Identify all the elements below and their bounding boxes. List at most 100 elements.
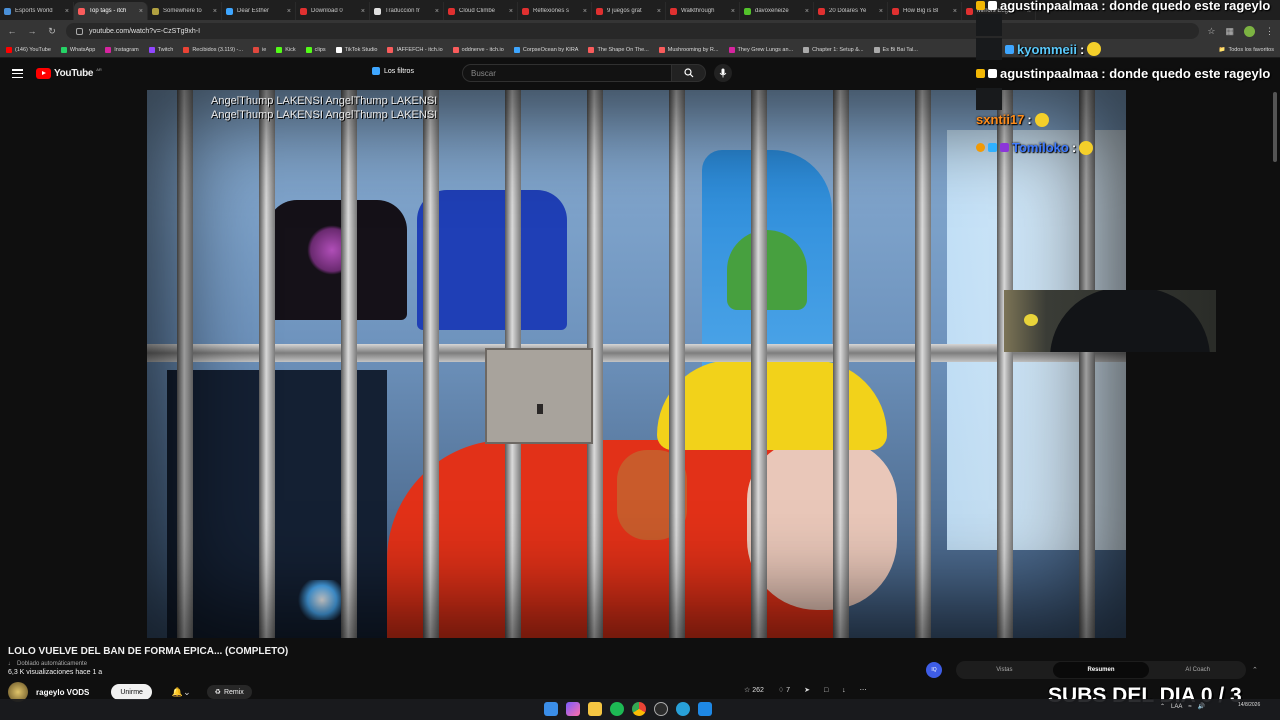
bookmark-item[interactable]: Mushrooming by R...: [658, 46, 719, 53]
like-button[interactable]: ☆ 262: [744, 686, 764, 694]
tab-close-icon[interactable]: ×: [139, 8, 143, 15]
summary-tab[interactable]: Vistas: [956, 662, 1053, 678]
bookmark-label: Kick: [285, 46, 296, 53]
tab-close-icon[interactable]: ×: [65, 8, 69, 15]
bookmark-item[interactable]: Chapter 1: Setup &...: [803, 46, 864, 53]
bookmark-item[interactable]: Recibidos (3.119) -...: [183, 46, 243, 53]
browser-tab[interactable]: Walkthrough ×: [666, 2, 740, 20]
tab-close-icon[interactable]: ×: [213, 8, 217, 15]
bookmark-item[interactable]: Instagram: [105, 46, 139, 53]
bookmark-item[interactable]: Kick: [276, 46, 296, 53]
spotify-icon[interactable]: [610, 702, 624, 716]
bookmark-item[interactable]: Es Bi Bai Tal...: [873, 46, 918, 53]
back-icon[interactable]: ←: [6, 26, 18, 36]
remix-button[interactable]: ♻ Remix: [206, 685, 252, 699]
more-icon[interactable]: ⋯: [860, 686, 867, 694]
bookmark-favicon-icon: [252, 46, 259, 53]
youtube-logo[interactable]: YouTube AR: [36, 67, 102, 79]
tab-close-icon[interactable]: ×: [583, 8, 587, 15]
bookmark-favicon-icon: [387, 46, 394, 53]
bookmark-item[interactable]: The Shape On The...: [588, 46, 649, 53]
browser-tab[interactable]: Reflexiones s ×: [518, 2, 592, 20]
tab-close-icon[interactable]: ×: [657, 8, 661, 15]
summary-tab[interactable]: AI Coach: [1149, 662, 1246, 678]
bookmark-item[interactable]: clips: [305, 46, 326, 53]
tab-favicon-icon: [818, 7, 825, 15]
tab-title: Top tags - itch: [89, 8, 127, 14]
browser-tab[interactable]: Download 0 ×: [296, 2, 370, 20]
windows-start-icon[interactable]: [544, 702, 558, 716]
browser-tab[interactable]: Somewhere to ×: [148, 2, 222, 20]
browser-tab[interactable]: Dear Esther ×: [222, 2, 296, 20]
join-button[interactable]: Unirme: [111, 684, 152, 700]
obs-icon[interactable]: [654, 702, 668, 716]
browser-tab[interactable]: Esports World ×: [0, 2, 74, 20]
file-explorer-icon[interactable]: [588, 702, 602, 716]
tab-close-icon[interactable]: ×: [879, 8, 883, 15]
tab-title: How Big is Bl: [903, 8, 939, 14]
voice-search-button[interactable]: [714, 64, 732, 82]
site-info-icon[interactable]: [76, 27, 83, 35]
menu-icon[interactable]: [12, 69, 23, 78]
chat-avatar: [976, 14, 1002, 36]
tab-close-icon[interactable]: ×: [287, 8, 291, 15]
steam-like-icon[interactable]: [698, 702, 712, 716]
share-icon[interactable]: ➤: [804, 686, 810, 694]
summary-extension-icon[interactable]: IQ: [926, 662, 942, 678]
collapse-icon[interactable]: ⌃: [1252, 666, 1258, 674]
summary-tab[interactable]: Resumen: [1052, 662, 1150, 678]
bookmark-item[interactable]: ie: [252, 46, 266, 53]
forward-icon[interactable]: →: [26, 26, 38, 36]
bookmark-item[interactable]: oddnerve - itch.io: [452, 46, 504, 53]
browser-tab[interactable]: 9 juegos grat ×: [592, 2, 666, 20]
copilot-icon[interactable]: [566, 702, 580, 716]
filters-button[interactable]: Los filtros: [372, 67, 414, 75]
comment-button[interactable]: ♢ 7: [778, 686, 790, 694]
reload-icon[interactable]: ↻: [46, 26, 58, 37]
tray-chevron-icon[interactable]: ⌃: [1160, 703, 1165, 710]
chat-emote-icon: [1034, 112, 1049, 127]
wifi-icon[interactable]: ≈: [1188, 704, 1191, 710]
bookmark-item[interactable]: (146) YouTube: [6, 46, 51, 53]
channel-name[interactable]: rageylo VODS: [36, 688, 89, 697]
video-frame-vertical-bar: [915, 90, 931, 638]
bookmark-item[interactable]: TikTok Studio: [335, 46, 377, 53]
save-icon[interactable]: □: [824, 687, 828, 694]
video-player[interactable]: AngelThump LAKENSI AngelThump LAKENSI An…: [147, 90, 1126, 638]
page-scrollbar[interactable]: [1273, 92, 1277, 162]
tab-close-icon[interactable]: ×: [953, 8, 957, 15]
check-badge-icon: [988, 69, 997, 78]
bookmark-item[interactable]: WhatsApp: [60, 46, 95, 53]
language-indicator[interactable]: LAA: [1171, 704, 1182, 710]
tab-close-icon[interactable]: ×: [361, 8, 365, 15]
edge-icon[interactable]: [676, 702, 690, 716]
video-frame-vertical-bar: [751, 90, 767, 638]
browser-tab[interactable]: Cloud Climbe ×: [444, 2, 518, 20]
volume-icon[interactable]: 🔊: [1198, 703, 1205, 710]
tab-favicon-icon: [448, 7, 455, 15]
chrome-icon[interactable]: [632, 702, 646, 716]
search-input[interactable]: Buscar: [462, 64, 672, 82]
tab-close-icon[interactable]: ×: [435, 8, 439, 15]
search-button[interactable]: [672, 64, 706, 82]
tab-close-icon[interactable]: ×: [805, 8, 809, 15]
bookmark-favicon-icon: [60, 46, 67, 53]
tab-close-icon[interactable]: ×: [731, 8, 735, 15]
browser-tab[interactable]: How Big is Bl ×: [888, 2, 962, 20]
download-icon[interactable]: ↓: [842, 687, 846, 694]
tab-close-icon[interactable]: ×: [509, 8, 513, 15]
browser-tab[interactable]: Top tags - itch ×: [74, 2, 148, 20]
tab-favicon-icon: [226, 7, 233, 15]
bookmark-label: CorpseOcean by KIRA: [522, 46, 579, 53]
bookmark-item[interactable]: Twitch: [148, 46, 174, 53]
bookmark-item[interactable]: IAFFEFCH - itch.io: [387, 46, 443, 53]
browser-tab[interactable]: davoxeneize ×: [740, 2, 814, 20]
notification-bell-icon[interactable]: 🔔⌄: [172, 687, 191, 698]
bookmark-item[interactable]: They Grew Lungs an...: [728, 46, 793, 53]
taskbar-clock[interactable]: 14/8/2026: [1238, 702, 1260, 709]
browser-tab[interactable]: Traducción fr ×: [370, 2, 444, 20]
bookmark-item[interactable]: CorpseOcean by KIRA: [513, 46, 579, 53]
browser-tab[interactable]: 20 Dólares Ye ×: [814, 2, 888, 20]
bookmark-label: Twitch: [157, 46, 174, 53]
tab-favicon-icon: [670, 7, 677, 15]
